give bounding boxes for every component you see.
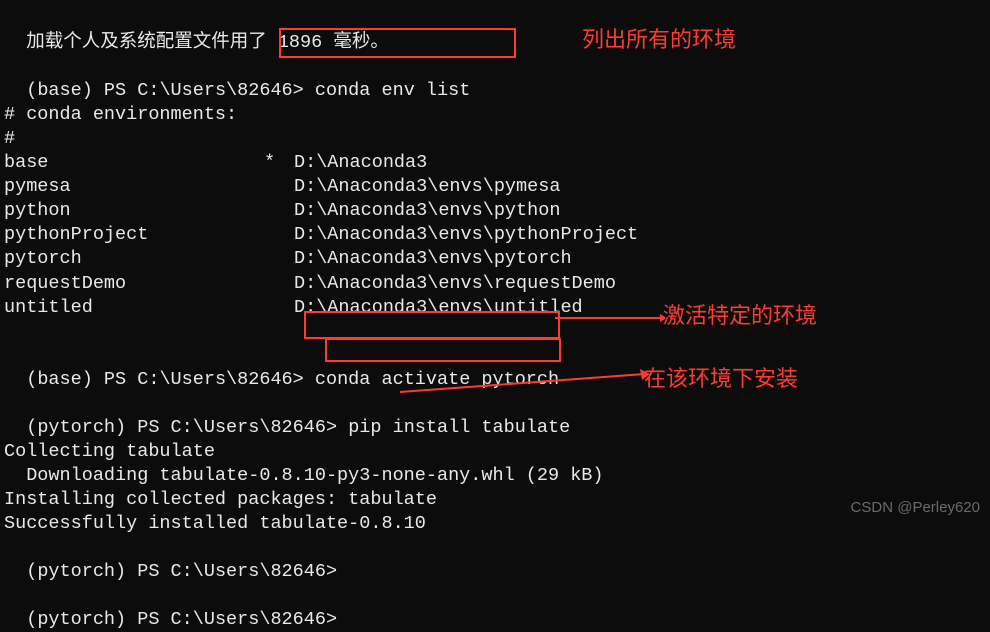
prompt-base: (base) PS C:\Users\82646> (26, 80, 304, 101)
prompt-line-5[interactable]: (pytorch) PS C:\Users\82646> (4, 584, 986, 632)
prompt-line-4[interactable]: (pytorch) PS C:\Users\82646> (4, 536, 986, 584)
prompt-pytorch-2: (pytorch) PS C:\Users\82646> (26, 561, 337, 582)
cmd-env-list: conda env list (315, 80, 470, 101)
env-row-pythonproject: pythonProject D:\Anaconda3\envs\pythonPr… (4, 223, 986, 247)
env-hash: # (4, 127, 986, 151)
annotation-install: 在该环境下安装 (644, 365, 798, 394)
prompt-line-1[interactable]: (base) PS C:\Users\82646> conda env list (4, 55, 986, 103)
pip-collecting: Collecting tabulate (4, 440, 986, 464)
prompt-line-3[interactable]: (pytorch) PS C:\Users\82646> pip install… (4, 392, 986, 440)
pip-downloading: Downloading tabulate-0.8.10-py3-none-any… (4, 464, 986, 488)
prompt-base-2: (base) PS C:\Users\82646> (26, 369, 304, 390)
annotation-activate: 激活特定的环境 (663, 302, 817, 331)
env-row-python: python D:\Anaconda3\envs\python (4, 199, 986, 223)
prompt-pytorch: (pytorch) PS C:\Users\82646> (26, 417, 337, 438)
env-header: # conda environments: (4, 103, 986, 127)
blank-line (4, 320, 986, 344)
prompt-pytorch-3: (pytorch) PS C:\Users\82646> (26, 609, 337, 630)
env-row-untitled: untitled D:\Anaconda3\envs\untitled (4, 296, 986, 320)
load-config-line: 加载个人及系统配置文件用了 1896 毫秒。 (4, 7, 986, 55)
env-row-requestdemo: requestDemo D:\Anaconda3\envs\requestDem… (4, 272, 986, 296)
env-row-pytorch: pytorch D:\Anaconda3\envs\pytorch (4, 247, 986, 271)
load-text: 加载个人及系统配置文件用了 1896 毫秒。 (26, 32, 389, 53)
env-row-pymesa: pymesa D:\Anaconda3\envs\pymesa (4, 175, 986, 199)
cmd-activate: conda activate pytorch (315, 369, 559, 390)
env-row-base: base*D:\Anaconda3 (4, 151, 986, 175)
prompt-line-2[interactable]: (base) PS C:\Users\82646> conda activate… (4, 344, 986, 392)
pip-installing: Installing collected packages: tabulate (4, 488, 986, 512)
cmd-pip-install: pip install tabulate (348, 417, 570, 438)
watermark: CSDN @Perley620 (851, 498, 980, 518)
annotation-list-envs: 列出所有的环境 (582, 26, 736, 55)
pip-success: Successfully installed tabulate-0.8.10 (4, 512, 986, 536)
